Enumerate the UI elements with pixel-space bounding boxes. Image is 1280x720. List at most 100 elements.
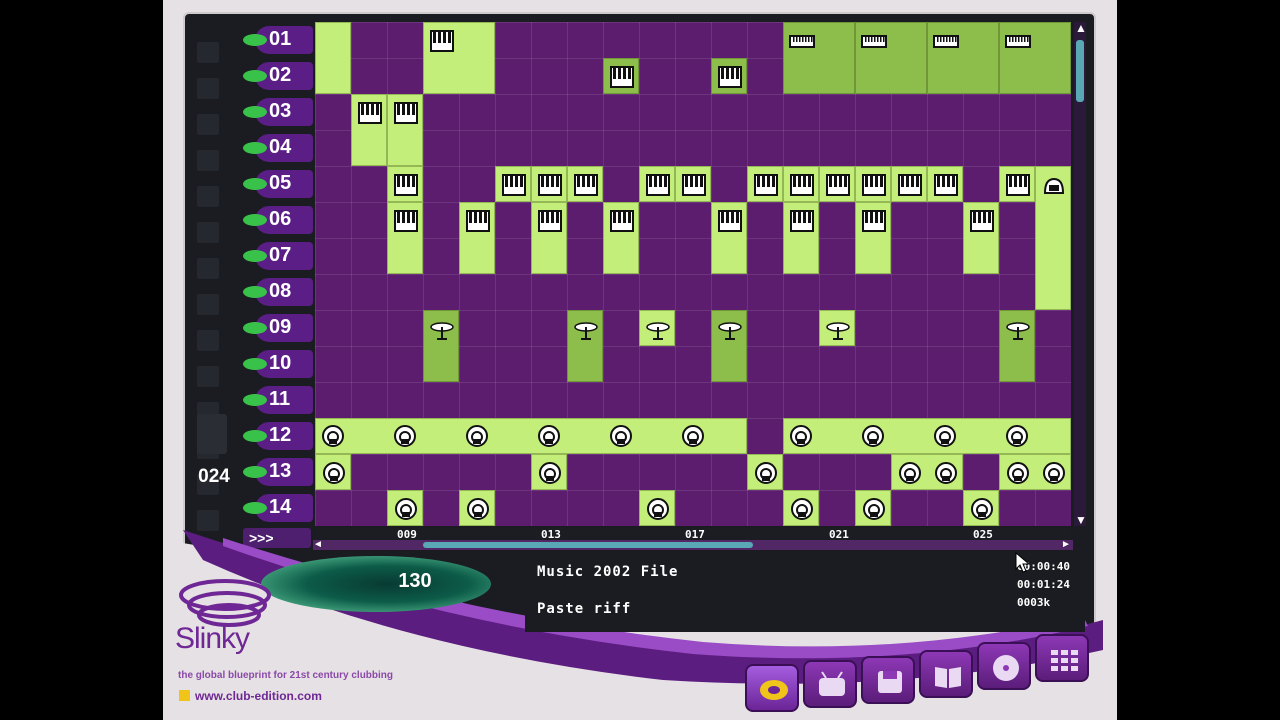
manual-mode-button[interactable] <box>919 650 973 698</box>
track-led[interactable] <box>197 42 219 63</box>
track-label[interactable]: 02 <box>243 58 313 94</box>
riff-block[interactable] <box>999 166 1035 202</box>
video-mode-button[interactable] <box>803 660 857 708</box>
riff-block[interactable] <box>999 22 1071 94</box>
vertical-scroll-thumb[interactable] <box>1076 40 1084 102</box>
riff-block[interactable] <box>1035 166 1071 310</box>
drum-hit[interactable] <box>531 418 567 454</box>
riff-block[interactable] <box>387 94 423 166</box>
track-label[interactable]: 09 <box>243 310 313 346</box>
sequencer-mode-button[interactable] <box>745 664 799 712</box>
track-label[interactable]: 03 <box>243 94 313 130</box>
riff-block[interactable] <box>387 202 423 274</box>
track-label[interactable]: 01 <box>243 22 313 58</box>
vertical-scrollbar[interactable]: ▲ ▼ <box>1074 22 1087 526</box>
riff-block[interactable] <box>963 202 999 274</box>
riff-block[interactable] <box>711 58 747 94</box>
riff-block[interactable] <box>531 454 567 490</box>
riff-block[interactable] <box>855 166 891 202</box>
drum-hit[interactable] <box>675 418 711 454</box>
riff-block[interactable] <box>675 166 711 202</box>
sequencer-grid[interactable] <box>315 22 1071 526</box>
riff-block[interactable] <box>387 490 423 526</box>
riff-block[interactable] <box>603 58 639 94</box>
drum-hit[interactable] <box>315 418 351 454</box>
track-number: 07 <box>269 244 292 266</box>
riff-block[interactable] <box>819 166 855 202</box>
riff-block[interactable] <box>711 202 747 274</box>
riff-block[interactable] <box>639 310 675 346</box>
track-label[interactable]: 05 <box>243 166 313 202</box>
riff-block[interactable] <box>711 310 747 382</box>
track-label[interactable]: 13 <box>243 454 313 490</box>
track-led[interactable] <box>197 114 219 135</box>
riff-block[interactable] <box>351 94 387 166</box>
drum-hit[interactable] <box>603 418 639 454</box>
riff-block[interactable] <box>783 166 819 202</box>
riff-block[interactable] <box>747 166 783 202</box>
riff-block[interactable] <box>423 22 495 94</box>
riff-block[interactable] <box>459 490 495 526</box>
scroll-down-icon[interactable]: ▼ <box>1075 514 1087 526</box>
riff-block[interactable] <box>567 310 603 382</box>
riff-block[interactable] <box>783 22 855 94</box>
riff-block[interactable] <box>315 454 351 490</box>
keyboard-icon <box>394 174 418 196</box>
track-led[interactable] <box>197 330 219 351</box>
riff-block[interactable] <box>963 490 999 526</box>
riff-block[interactable] <box>999 454 1071 490</box>
riff-block[interactable] <box>495 166 531 202</box>
riff-block[interactable] <box>783 202 819 274</box>
brand-url-link[interactable]: www.club-edition.com <box>195 689 322 703</box>
track-led[interactable] <box>197 294 219 315</box>
menu-mode-button[interactable] <box>1035 634 1089 682</box>
track-label[interactable]: 14 <box>243 490 313 526</box>
track-label[interactable]: 12 <box>243 418 313 454</box>
riff-block[interactable] <box>531 166 567 202</box>
riff-block[interactable] <box>927 166 963 202</box>
riff-block[interactable] <box>855 22 927 94</box>
drum-hit[interactable] <box>999 418 1035 454</box>
riff-block[interactable] <box>747 454 783 490</box>
track-led[interactable] <box>197 258 219 279</box>
track-led[interactable] <box>197 78 219 99</box>
riff-block[interactable] <box>603 202 639 274</box>
track-label[interactable]: 11 <box>243 382 313 418</box>
drum-hit[interactable] <box>855 418 891 454</box>
tempo-display[interactable]: 130 <box>395 570 435 593</box>
riff-block[interactable] <box>387 166 423 202</box>
track-led[interactable] <box>197 366 219 387</box>
scroll-up-icon[interactable]: ▲ <box>1075 22 1087 34</box>
riff-block[interactable] <box>999 310 1035 382</box>
riff-block[interactable] <box>639 166 675 202</box>
track-led[interactable] <box>197 222 219 243</box>
cd-mode-button[interactable] <box>977 642 1031 690</box>
riff-block[interactable] <box>855 490 891 526</box>
riff-block[interactable] <box>531 202 567 274</box>
track-label[interactable]: 07 <box>243 238 313 274</box>
drum-hit[interactable] <box>927 418 963 454</box>
track-led[interactable] <box>197 510 219 531</box>
drum-hit[interactable] <box>387 418 423 454</box>
riff-block[interactable] <box>819 310 855 346</box>
riff-block[interactable] <box>423 310 459 382</box>
riff-block[interactable] <box>927 22 999 94</box>
drum-hit[interactable] <box>783 418 819 454</box>
riff-block[interactable] <box>891 454 963 490</box>
riff-block[interactable] <box>459 202 495 274</box>
save-mode-button[interactable] <box>861 656 915 704</box>
drum-hit[interactable] <box>459 418 495 454</box>
riff-block[interactable] <box>855 202 891 274</box>
track-label[interactable]: 06 <box>243 202 313 238</box>
riff-block[interactable] <box>783 490 819 526</box>
track-led[interactable] <box>197 186 219 207</box>
track-led[interactable] <box>197 150 219 171</box>
riff-block[interactable] <box>567 166 603 202</box>
cymbal-icon <box>646 322 670 340</box>
riff-block[interactable] <box>891 166 927 202</box>
riff-block[interactable] <box>315 22 351 94</box>
track-label[interactable]: 10 <box>243 346 313 382</box>
track-label[interactable]: 04 <box>243 130 313 166</box>
riff-block[interactable] <box>639 490 675 526</box>
track-label[interactable]: 08 <box>243 274 313 310</box>
